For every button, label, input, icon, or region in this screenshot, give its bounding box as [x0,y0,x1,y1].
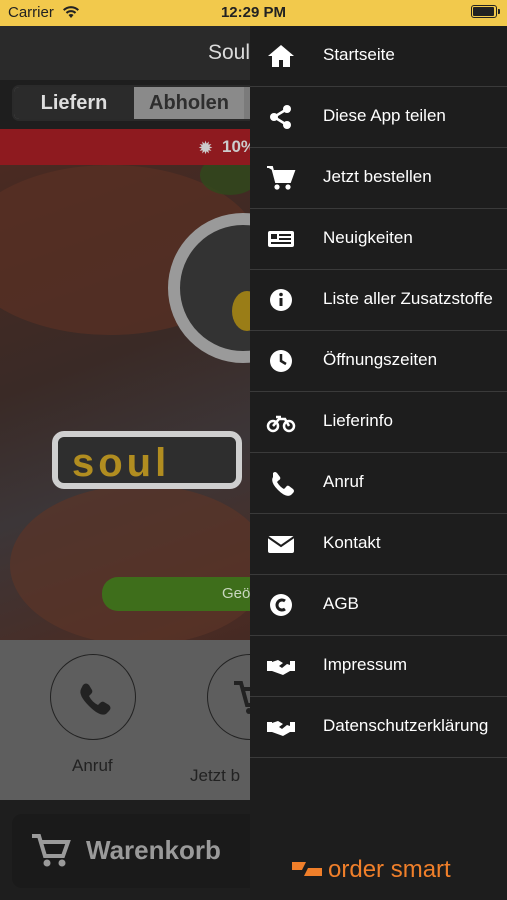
newspaper-icon [268,231,294,247]
menu-item-news[interactable]: Neuigkeiten [250,209,507,270]
side-drawer: Startseite Diese App teilen Jetzt bestel… [250,26,507,900]
menu-label: Lieferinfo [323,411,393,430]
menu-label: Öffnungszeiten [323,350,438,369]
menu-item-contact[interactable]: Kontakt [250,514,507,575]
menu-item-delivery-info[interactable]: Lieferinfo [250,392,507,453]
menu-label: AGB [323,594,359,613]
phone-icon [272,472,294,496]
menu-label: Neuigkeiten [323,228,413,247]
status-bar: Carrier 12:29 PM [0,0,507,26]
menu-label: Startseite [323,45,395,64]
cart-icon [267,166,296,190]
menu-label: Kontakt [323,533,381,552]
badge-icon: ✹ [198,138,214,158]
menu-item-order[interactable]: Jetzt bestellen [250,148,507,209]
handshake-icon [267,721,295,736]
menu-item-startseite[interactable]: Startseite [250,26,507,87]
menu-item-additives[interactable]: Liste aller Zusatzstoffe [250,270,507,331]
menu-label: Impressum [323,655,408,674]
menu-item-agb[interactable]: AGB [250,575,507,636]
home-icon [268,45,294,67]
phone-icon [80,683,111,715]
call-label: Anruf [72,756,113,775]
logo-wordmark: soul [72,441,171,485]
menu-label: Anruf [323,472,364,491]
pizza-shape [10,485,270,640]
call-button[interactable] [50,654,136,740]
app-title: Soul [208,41,251,64]
clock: 12:29 PM [220,4,287,21]
envelope-icon [267,536,295,553]
copyright-icon [270,594,292,616]
menu-item-impressum[interactable]: Impressum [250,636,507,697]
menu-item-privacy[interactable]: Datenschutzerklärung [250,697,507,758]
open-status-button[interactable]: Geö [102,577,272,611]
cart-icon [32,834,71,867]
menu-item-opening-hours[interactable]: Öffnungszeiten [250,331,507,392]
order-smart-mark-icon [292,862,322,876]
logo: soul [52,431,242,489]
basket-button[interactable]: Warenkorb [12,814,282,888]
order-now-label: Jetzt b [190,766,241,785]
menu-item-share[interactable]: Diese App teilen [250,87,507,148]
menu-label: Liste aller Zusatzstoffe [323,289,493,308]
clock-icon [270,350,292,372]
handshake-icon [267,660,295,675]
menu-label: Jetzt bestellen [323,167,432,186]
battery-icon [471,5,500,18]
menu-label: Diese App teilen [323,106,446,125]
menu-item-call[interactable]: Anruf [250,453,507,514]
segment-abholen[interactable]: Abholen [134,87,244,119]
motorcycle-icon [266,415,296,433]
brand-name: order smart [328,856,451,883]
share-icon [270,105,291,129]
menu-label: Datenschutzerklärung [323,716,489,735]
basket-label: Warenkorb [86,835,221,865]
info-icon [270,289,292,311]
segment-liefern[interactable]: Liefern [14,87,134,119]
battery-level [473,7,494,16]
